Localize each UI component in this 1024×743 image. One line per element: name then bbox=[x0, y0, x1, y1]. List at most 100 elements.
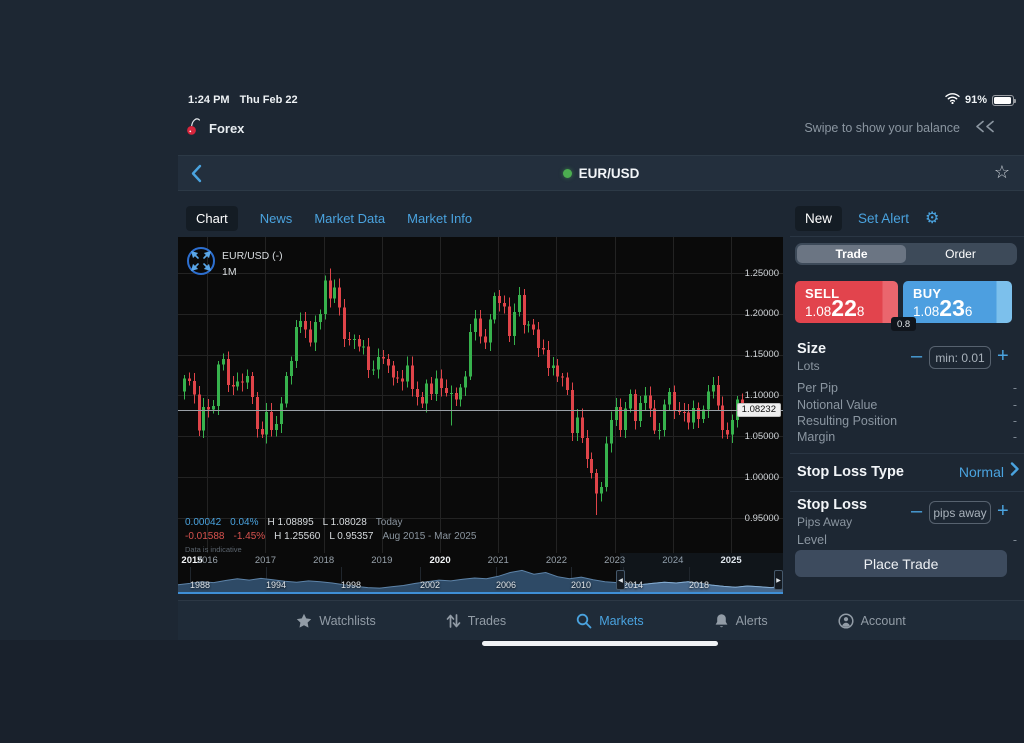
buy-price: 1.08236 bbox=[913, 301, 1012, 319]
y-axis-tick: 1.10000 bbox=[745, 390, 779, 401]
stop-loss-plus-button[interactable]: + bbox=[997, 500, 1009, 522]
app-name: Forex bbox=[209, 121, 244, 136]
stop-loss-minus-button[interactable]: – bbox=[911, 500, 922, 522]
x-axis-tick: 2018 bbox=[313, 555, 334, 566]
buy-button[interactable]: BUY 1.08236 bbox=[903, 281, 1012, 323]
margin-row: Margin- bbox=[790, 430, 1024, 444]
per-pip-row: Per Pip- bbox=[790, 381, 1024, 395]
timeline-year: 1994 bbox=[266, 580, 286, 590]
range-pct: -1.45% bbox=[233, 531, 265, 542]
x-axis-tick: 2016 bbox=[197, 555, 218, 566]
stats-range-row: -0.01588 -1.45% H 1.25560 L 0.95357 Aug 2015… bbox=[185, 530, 485, 544]
balance-hint-text: Swipe to show your balance bbox=[804, 121, 960, 135]
chart-instrument-info: EUR/USD (-) 1M bbox=[222, 248, 283, 280]
status-bar-left: 1:24 PM Thu Feb 22 bbox=[188, 94, 298, 106]
sell-button[interactable]: SELL 1.08228 bbox=[795, 281, 898, 323]
ipad-screen: 1:24 PM Thu Feb 22 91% Forex Swipe to sh… bbox=[0, 0, 1024, 743]
stop-loss-type-label: Stop Loss Type bbox=[797, 464, 959, 480]
market-open-dot bbox=[563, 169, 572, 178]
range-low: L 0.95357 bbox=[329, 531, 373, 542]
nav-trades[interactable]: Trades bbox=[446, 613, 506, 629]
back-button[interactable] bbox=[190, 164, 202, 188]
size-minus-button[interactable]: – bbox=[911, 345, 922, 367]
y-axis-tick: 1.15000 bbox=[745, 349, 779, 360]
date: Thu Feb 22 bbox=[240, 94, 298, 106]
battery-percent: 91% bbox=[965, 94, 987, 106]
nav-watchlists[interactable]: Watchlists bbox=[296, 613, 376, 629]
wifi-icon bbox=[945, 93, 960, 107]
tab-chart[interactable]: Chart bbox=[186, 206, 238, 231]
nav-alerts[interactable]: Alerts bbox=[714, 613, 768, 629]
level-row: Level- bbox=[790, 533, 1024, 547]
star-icon bbox=[296, 613, 312, 629]
today-high: H 1.08895 bbox=[268, 517, 314, 528]
battery-icon bbox=[992, 95, 1014, 106]
gear-icon[interactable]: ⚙ bbox=[925, 208, 939, 228]
current-price-tag: 1.08232 bbox=[737, 403, 781, 417]
range-label: Aug 2015 - Mar 2025 bbox=[382, 531, 476, 542]
timeline-left-handle[interactable]: ◀ bbox=[616, 570, 625, 590]
chart-interval-label[interactable]: 1M bbox=[222, 264, 283, 280]
x-axis-tick: 2020 bbox=[429, 555, 450, 566]
tab-set-alert[interactable]: Set Alert bbox=[858, 211, 909, 226]
trade-order-segmented: Trade Order bbox=[795, 243, 1017, 265]
screen-bottom-area bbox=[0, 640, 1024, 743]
range-change: -0.01588 bbox=[185, 531, 224, 542]
today-label: Today bbox=[376, 517, 403, 528]
symbol-title: EUR/USD bbox=[563, 166, 640, 181]
timeline-year: 2006 bbox=[496, 580, 516, 590]
status-bar-right: 91% bbox=[945, 93, 1014, 107]
clock: 1:24 PM bbox=[188, 94, 230, 106]
notional-value-row: Notional Value- bbox=[790, 398, 1024, 412]
nav-account[interactable]: Account bbox=[838, 613, 906, 629]
range-high: H 1.25560 bbox=[274, 531, 320, 542]
timeline-year: 1988 bbox=[190, 580, 210, 590]
app-title-row: Forex bbox=[186, 118, 244, 139]
ticket-tabbar: New Set Alert ⚙ bbox=[790, 200, 1024, 237]
size-subtitle: Lots bbox=[797, 359, 820, 373]
bell-icon bbox=[714, 613, 729, 629]
bottom-nav: Watchlists Trades Markets Alerts Account bbox=[178, 600, 1024, 640]
place-trade-button[interactable]: Place Trade bbox=[795, 550, 1007, 577]
tab-new[interactable]: New bbox=[795, 206, 842, 231]
balance-hint-row[interactable]: Swipe to show your balance bbox=[804, 120, 996, 136]
symbol-header-bar: EUR/USD ☆ bbox=[178, 155, 1024, 191]
stop-loss-title: Stop Loss bbox=[797, 497, 867, 513]
tab-market-data[interactable]: Market Data bbox=[314, 211, 385, 226]
double-chevron-left-icon[interactable] bbox=[974, 120, 996, 136]
resulting-position-row: Resulting Position- bbox=[790, 414, 1024, 428]
cherry-app-icon bbox=[186, 118, 201, 139]
size-input[interactable] bbox=[929, 346, 991, 369]
size-title: Size bbox=[797, 341, 826, 357]
x-axis-tick: 2019 bbox=[371, 555, 392, 566]
segment-trade[interactable]: Trade bbox=[797, 245, 906, 263]
today-change: 0.00042 bbox=[185, 517, 221, 528]
stop-loss-subtitle: Pips Away bbox=[797, 515, 852, 529]
symbol-name: EUR/USD bbox=[579, 166, 640, 181]
expand-chart-button[interactable] bbox=[186, 246, 216, 281]
search-icon bbox=[576, 613, 592, 629]
x-axis-tick: 2022 bbox=[546, 555, 567, 566]
size-plus-button[interactable]: + bbox=[997, 345, 1009, 367]
segment-order[interactable]: Order bbox=[906, 245, 1015, 263]
x-axis-tick: 2021 bbox=[488, 555, 509, 566]
y-axis-tick: 0.95000 bbox=[745, 513, 779, 524]
data-indicative-note: Data is indicative bbox=[185, 545, 242, 554]
y-axis-tick: 1.00000 bbox=[745, 472, 779, 483]
favorite-star-icon[interactable]: ☆ bbox=[994, 162, 1010, 183]
tab-news[interactable]: News bbox=[260, 211, 293, 226]
stop-loss-type-value: Normal bbox=[959, 464, 1004, 480]
chart-stats-overlay: 0.00042 0.04% H 1.08895 L 1.08028 Today -0.0… bbox=[185, 516, 485, 544]
home-indicator[interactable] bbox=[482, 641, 718, 646]
timeline-right-handle[interactable]: ▶ bbox=[774, 570, 783, 590]
deal-ticket-panel: New Set Alert ⚙ Trade Order SELL 1.08228… bbox=[790, 200, 1024, 595]
stop-loss-type-row[interactable]: Stop Loss Type Normal bbox=[790, 462, 1024, 481]
stop-loss-input[interactable] bbox=[929, 501, 991, 524]
tab-market-info[interactable]: Market Info bbox=[407, 211, 472, 226]
today-pct: 0.04% bbox=[230, 517, 258, 528]
today-low: L 1.08028 bbox=[323, 517, 367, 528]
divider bbox=[790, 491, 1024, 492]
timeline-year: 1998 bbox=[341, 580, 361, 590]
nav-markets[interactable]: Markets bbox=[576, 613, 643, 629]
price-chart[interactable]: 1.250001.200001.150001.100001.050001.000… bbox=[178, 237, 783, 594]
